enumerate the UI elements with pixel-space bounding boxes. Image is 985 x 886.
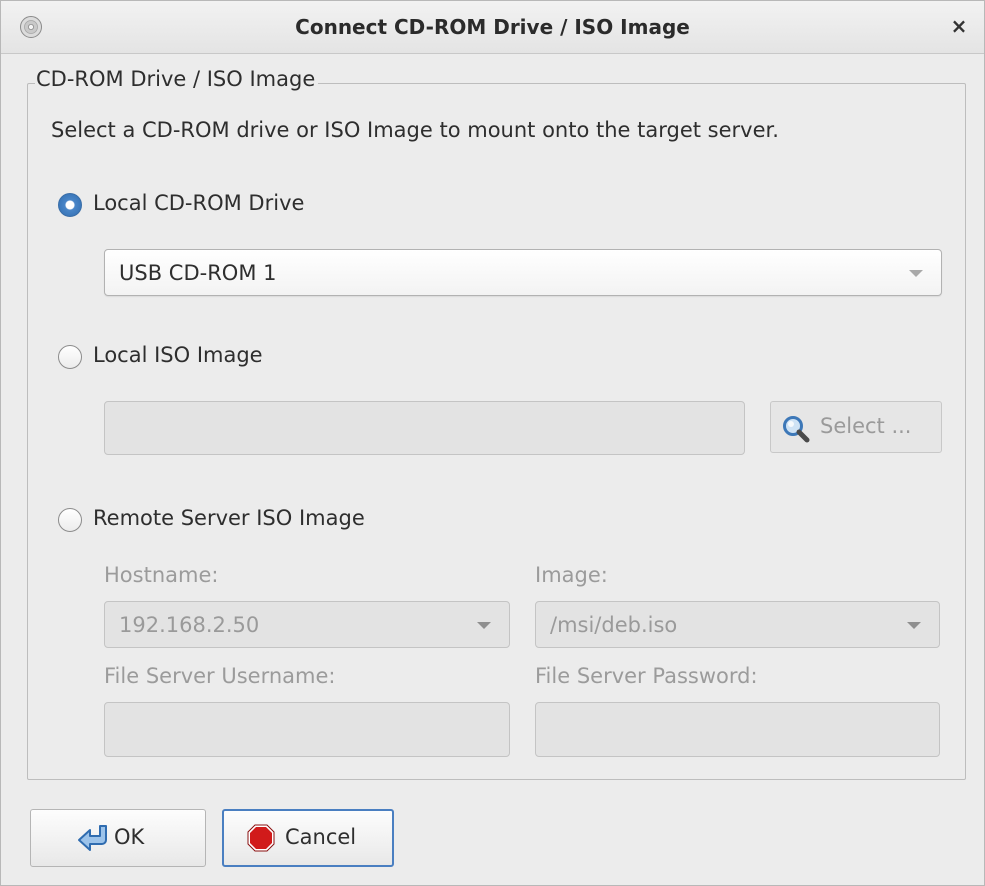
magnifier-icon (783, 416, 810, 443)
local-iso-path-field[interactable] (104, 401, 745, 455)
dialog-window: Connect CD-ROM Drive / ISO Image × CD-RO… (0, 0, 985, 886)
select-iso-button[interactable]: Select ... (770, 401, 942, 453)
hostname-label: Hostname: (104, 563, 219, 587)
username-field[interactable] (104, 702, 510, 757)
local-cdrom-radio[interactable] (58, 193, 82, 217)
instruction-text: Select a CD-ROM drive or ISO Image to mo… (51, 118, 779, 142)
chevron-down-icon (907, 622, 921, 629)
return-arrow-icon (78, 825, 107, 851)
chevron-down-icon (477, 622, 491, 629)
cdrom-drive-value: USB CD-ROM 1 (119, 261, 277, 285)
image-select[interactable]: /msi/deb.iso (535, 601, 940, 648)
groupbox-legend: CD-ROM Drive / ISO Image (35, 67, 319, 91)
hostname-select[interactable]: 192.168.2.50 (104, 601, 510, 648)
remote-iso-label[interactable]: Remote Server ISO Image (93, 506, 365, 530)
local-iso-label[interactable]: Local ISO Image (93, 343, 263, 367)
close-icon[interactable]: × (948, 15, 970, 37)
local-cdrom-label[interactable]: Local CD-ROM Drive (93, 191, 304, 215)
image-label: Image: (535, 563, 608, 587)
stop-sign-icon (247, 824, 275, 852)
hostname-value: 192.168.2.50 (119, 613, 260, 637)
ok-button[interactable]: OK (30, 809, 206, 867)
username-label: File Server Username: (104, 664, 336, 688)
remote-iso-radio[interactable] (58, 508, 82, 532)
chevron-down-icon (909, 270, 923, 277)
title-bar: Connect CD-ROM Drive / ISO Image × (1, 1, 984, 54)
window-title: Connect CD-ROM Drive / ISO Image (295, 15, 690, 39)
password-label: File Server Password: (535, 664, 758, 688)
cancel-label: Cancel (285, 825, 357, 849)
cdrom-drive-select[interactable]: USB CD-ROM 1 (104, 249, 942, 296)
cancel-button[interactable]: Cancel (222, 809, 394, 867)
local-iso-radio[interactable] (58, 345, 82, 369)
image-value: /msi/deb.iso (550, 613, 678, 637)
select-button-label: Select ... (820, 414, 912, 438)
password-field[interactable] (535, 702, 940, 757)
ok-label: OK (114, 825, 145, 849)
